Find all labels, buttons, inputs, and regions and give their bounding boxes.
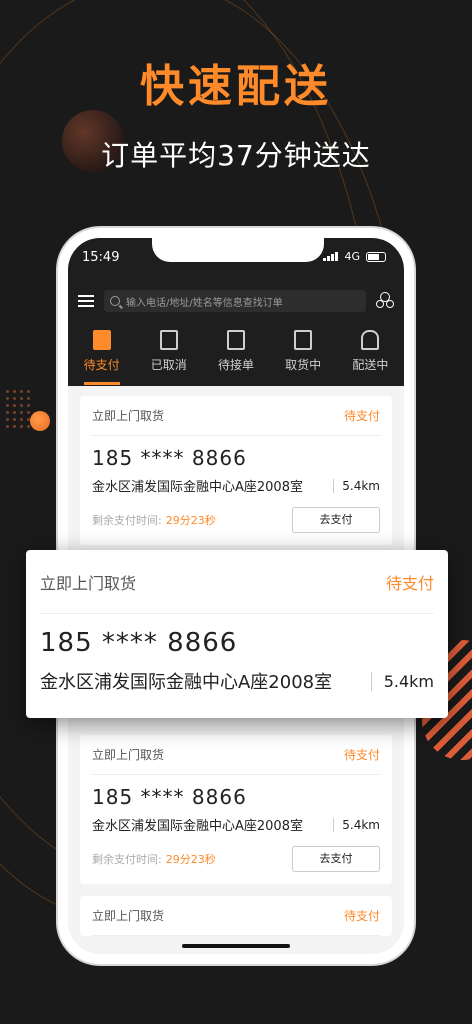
battery-icon <box>366 251 386 262</box>
remaining-value: 29分23秒 <box>165 853 216 866</box>
home-indicator <box>182 944 290 948</box>
delivery-address: 金水区浦发国际金融中心A座2008室 <box>92 480 303 495</box>
pending-payment-icon <box>92 330 111 350</box>
active-tab-indicator <box>84 382 120 385</box>
distance: 5.4km <box>333 478 380 493</box>
payment-row: 剩余支付时间: 29分23秒 去支付 <box>92 507 380 545</box>
waiting-accept-icon <box>226 330 245 350</box>
order-type: 立即上门取货 <box>92 409 165 423</box>
hero-title: 快速配送 <box>140 61 332 112</box>
order-type: 立即上门取货 <box>40 573 137 593</box>
status-time: 15:49 <box>82 250 120 265</box>
remaining-time: 剩余支付时间: 29分23秒 <box>92 851 216 867</box>
scooter-icon <box>361 330 380 350</box>
pay-button[interactable]: 去支付 <box>292 507 380 533</box>
user-icon[interactable] <box>376 292 394 310</box>
order-type: 立即上门取货 <box>92 909 165 923</box>
customer-phone: 185 **** 8866 <box>92 785 247 809</box>
cancelled-icon <box>159 330 178 350</box>
order-card[interactable]: 立即上门取货 待支付 185 **** 8866 金水区浦发国际金融中心A座20… <box>80 735 392 884</box>
remaining-time: 剩余支付时间: 29分23秒 <box>92 512 216 528</box>
order-card-header: 立即上门取货 待支付 <box>92 396 380 436</box>
address-row: 金水区浦发国际金融中心A座2008室 5.4km <box>40 668 434 694</box>
order-card[interactable]: 立即上门取货 待支付 185 **** 8866 金水区浦发国际金融中心A座20… <box>80 396 392 545</box>
search-placeholder: 输入电话/地址/姓名等信息查找订单 <box>126 297 283 309</box>
tab-cancelled[interactable]: 已取消 <box>151 330 187 373</box>
tab-label: 待接单 <box>217 358 254 372</box>
order-card-header: 立即上门取货 待支付 <box>92 896 380 936</box>
distance: 5.4km <box>333 817 380 832</box>
address-row: 金水区浦发国际金融中心A座2008室 5.4km <box>92 815 380 834</box>
app-header: 15:49 4G 输入电话/地址/姓名等信息查找订单 待支付 已取消 待接单 取… <box>68 238 404 386</box>
tab-label: 配送中 <box>352 358 389 372</box>
distance: 5.4km <box>370 671 434 691</box>
order-card-header: 立即上门取货 待支付 <box>40 550 434 614</box>
order-status: 待支付 <box>343 909 380 923</box>
search-row: 输入电话/地址/姓名等信息查找订单 <box>78 290 394 312</box>
decor-dots <box>4 388 32 428</box>
order-status: 待支付 <box>343 748 380 762</box>
order-status: 待支付 <box>385 573 434 593</box>
delivery-address: 金水区浦发国际金融中心A座2008室 <box>92 819 303 834</box>
tab-delivering[interactable]: 配送中 <box>352 330 388 373</box>
remaining-label: 剩余支付时间: <box>92 853 162 866</box>
notch <box>152 238 324 262</box>
tab-label: 待支付 <box>83 358 120 372</box>
address-row: 金水区浦发国际金融中心A座2008室 5.4km <box>92 476 380 495</box>
order-status: 待支付 <box>343 409 380 423</box>
pickup-box-icon <box>294 330 313 350</box>
order-tabs: 待支付 已取消 待接单 取货中 配送中 <box>68 330 404 373</box>
remaining-label: 剩余支付时间: <box>92 514 162 527</box>
tab-picking-up[interactable]: 取货中 <box>285 330 321 373</box>
order-type: 立即上门取货 <box>92 748 165 762</box>
delivery-address: 金水区浦发国际金融中心A座2008室 <box>40 672 333 693</box>
status-indicators: 4G <box>323 250 386 263</box>
customer-phone: 185 **** 8866 <box>40 628 238 658</box>
tab-waiting-accept[interactable]: 待接单 <box>218 330 254 373</box>
highlighted-order-card[interactable]: 立即上门取货 待支付 185 **** 8866 金水区浦发国际金融中心A座20… <box>26 550 448 718</box>
menu-icon[interactable] <box>78 295 94 307</box>
pay-button[interactable]: 去支付 <box>292 846 380 872</box>
hero-subtitle: 订单平均37分钟送达 <box>101 139 371 172</box>
order-card[interactable]: 立即上门取货 待支付 <box>80 896 392 936</box>
search-icon <box>110 296 120 306</box>
tab-label: 取货中 <box>285 358 322 372</box>
network-label: 4G <box>344 250 360 263</box>
order-card-header: 立即上门取货 待支付 <box>92 735 380 775</box>
tab-pending-payment[interactable]: 待支付 <box>84 330 120 373</box>
search-input[interactable]: 输入电话/地址/姓名等信息查找订单 <box>104 290 366 312</box>
payment-row: 剩余支付时间: 29分23秒 去支付 <box>92 846 380 884</box>
signal-icon <box>323 252 339 261</box>
remaining-value: 29分23秒 <box>165 514 216 527</box>
decor-orange-dot <box>30 411 50 431</box>
tab-label: 已取消 <box>150 358 187 372</box>
customer-phone: 185 **** 8866 <box>92 446 247 470</box>
